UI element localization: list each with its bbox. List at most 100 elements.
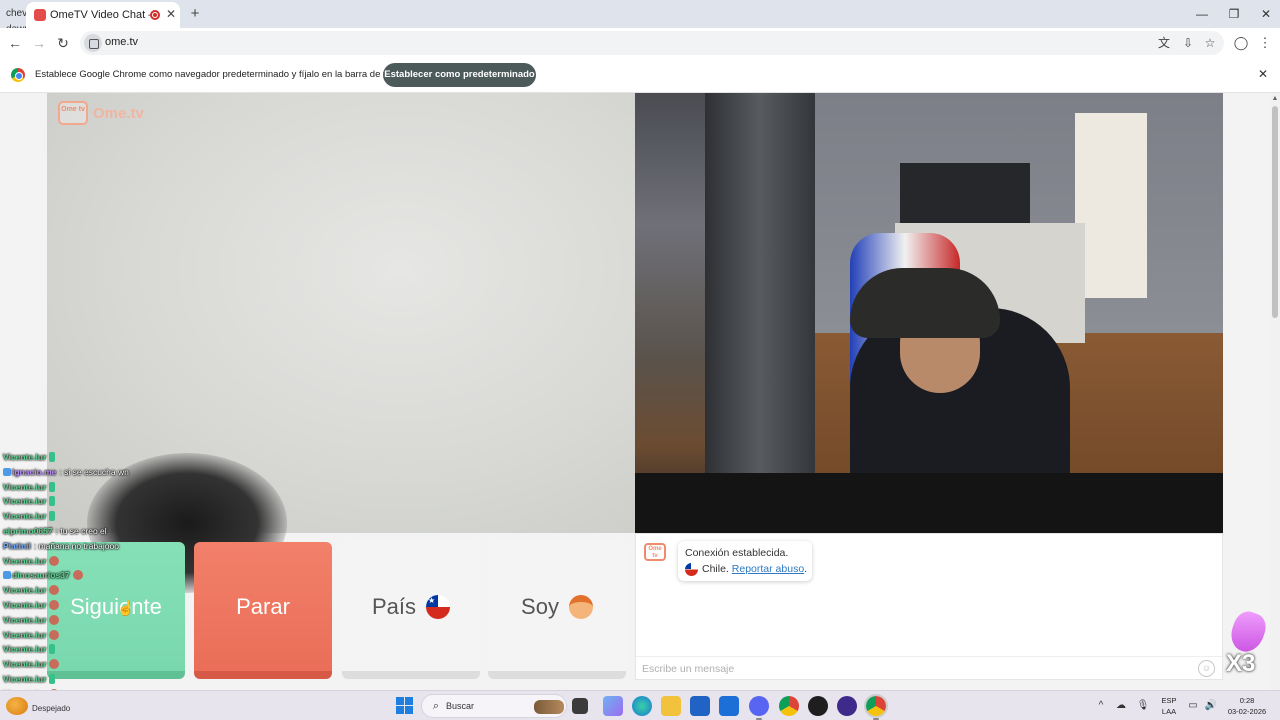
overlay-chat-row: Vicente.lur (3, 452, 56, 466)
tab-title: OmeTV Video Chat — Ome (50, 9, 150, 21)
scrollbar-thumb[interactable] (1272, 106, 1278, 318)
cloud-icon[interactable]: ☁ (1114, 698, 1128, 714)
back-icon[interactable]: ← (6, 34, 24, 52)
overlay-chat-user: Vicente.lur (3, 629, 47, 640)
tab-ometv[interactable]: OmeTV Video Chat — Ome ✕ (26, 2, 180, 28)
microphone-icon[interactable]: 🎙 (1136, 698, 1150, 714)
chrome-app-icon[interactable] (779, 696, 799, 716)
reload-icon[interactable]: ↻ (54, 34, 72, 52)
restore-icon[interactable]: ❐ (1222, 5, 1246, 23)
chrome-logo-icon (11, 68, 25, 82)
chat-emote-icon (49, 481, 56, 492)
profile-icon[interactable]: ◯ (1232, 34, 1250, 52)
overlay-chat-user: Vicente.lur (3, 674, 47, 684)
weather-sun-icon[interactable] (6, 697, 28, 715)
overlay-chat-message: : si se escucha wn (59, 466, 129, 477)
overlay-chat-row: dinosaurios37 (3, 570, 83, 584)
address-bar[interactable]: ome.tv 文 ⇩ ☆ (80, 31, 1224, 55)
site-info-icon[interactable] (84, 34, 102, 52)
remote-video-curtain (705, 93, 815, 533)
local-video (47, 93, 635, 593)
default-browser-infobar: Establece Google Chrome como navegador p… (0, 58, 1280, 93)
obs-icon[interactable] (837, 696, 857, 716)
remote-video-desk (635, 473, 1223, 533)
stop-button[interactable]: Parar (194, 542, 332, 679)
tray-chevron-icon[interactable]: ^ (1094, 698, 1108, 714)
overlay-chat-user: elprimo0657 (3, 526, 53, 536)
mouse-cursor-icon: ☝ (117, 600, 135, 616)
edge-icon[interactable] (632, 696, 652, 716)
report-abuse-link[interactable]: Reportar abuso (732, 563, 804, 575)
chrome-active-icon[interactable] (864, 694, 888, 720)
windows-taskbar: Despejado ⌕ Buscar ^ ☁ 🎙 ESP LAA ▭ 🔊 0:2… (0, 690, 1280, 720)
chat-emote-icon (49, 659, 60, 670)
media-app-icon[interactable] (808, 696, 828, 716)
remote-video-door (1075, 113, 1147, 298)
task-view-icon[interactable] (572, 698, 588, 714)
store-icon[interactable] (690, 696, 710, 716)
set-default-button[interactable]: Establecer como predeterminado (383, 63, 536, 87)
overlay-chat-user: Vicente.lur (3, 614, 47, 625)
install-app-icon[interactable]: ⇩ (1180, 35, 1196, 51)
recording-indicator-icon (150, 10, 160, 20)
emoji-icon[interactable]: ☺ (1198, 660, 1215, 677)
stranger-country: Chile. (702, 563, 729, 575)
chat-badge-icon (3, 467, 11, 476)
next-button[interactable]: Siguiente (47, 542, 185, 679)
overlay-chat-user: Vicente.lur (3, 496, 47, 507)
overlay-chat-row: Vicente.lur (3, 585, 60, 599)
overlay-chat-user: Ignacio.me (12, 466, 57, 477)
outlook-icon[interactable] (719, 696, 739, 716)
message-input[interactable] (642, 661, 1182, 677)
scroll-up-icon[interactable]: ▲ (1271, 95, 1279, 103)
stranger-flag (685, 563, 698, 576)
search-icon: ⌕ (432, 700, 440, 712)
tab-close-icon[interactable]: ✕ (164, 7, 178, 21)
discord-icon[interactable] (749, 696, 769, 720)
chat-emote-icon (49, 614, 60, 625)
system-message: Conexión establecida. Chile. Reportar ab… (678, 541, 812, 581)
input-language[interactable]: ESP LAA (1158, 695, 1180, 717)
windows-start-icon[interactable] (396, 697, 413, 714)
overlay-chat-row: Vicente.lur (3, 511, 56, 525)
minimize-icon[interactable]: — (1190, 5, 1214, 23)
overlay-chat-row: Ignacio.me: si se escucha wn (3, 467, 129, 481)
overlay-chat-user: Vicente.lur (3, 452, 47, 462)
overlay-chat-row: Vicente.lur (3, 614, 60, 629)
clock-date: 03-02-2026 (1227, 707, 1267, 716)
taskbar-search[interactable]: ⌕ Buscar (421, 694, 567, 718)
overlay-chat-row: Vicente.lur (3, 496, 56, 510)
bookmark-star-icon[interactable]: ☆ (1202, 35, 1218, 51)
translate-icon[interactable]: 文 (1156, 35, 1172, 51)
volume-icon[interactable]: 🔊 (1204, 698, 1218, 714)
next-button-label: Siguiente (70, 594, 162, 620)
widgets-icon[interactable] (603, 696, 623, 716)
file-explorer-icon[interactable] (661, 696, 681, 716)
chat-emote-icon (49, 629, 60, 640)
chat-panel: Ome tv Conexión establecida. Chile. Repo… (635, 533, 1223, 680)
battery-icon[interactable]: ▭ (1186, 698, 1200, 714)
menu-icon[interactable]: ⋮ (1256, 34, 1274, 52)
ometv-avatar-icon: Ome tv (644, 543, 666, 561)
weather-label[interactable]: Despejado (32, 704, 70, 713)
tab-search-icon[interactable]: chevron-down (6, 6, 45, 35)
overlay-chat-user: Vicente.lur (3, 659, 47, 670)
chat-emote-icon (49, 585, 60, 596)
country-button[interactable]: País (342, 542, 480, 679)
url-text[interactable]: ome.tv (105, 36, 138, 48)
forward-icon[interactable]: → (30, 34, 48, 52)
search-label: Buscar (446, 701, 475, 711)
browser-toolbar: ← → ↻ ome.tv 文 ⇩ ☆ ◯ ⋮ (0, 28, 1280, 58)
window-close-icon[interactable]: ✕ (1254, 5, 1278, 23)
chat-emote-icon (49, 674, 56, 684)
new-tab-button[interactable]: + (186, 5, 204, 23)
ometv-logo: Ome tv Ome.tv (58, 100, 158, 126)
country-button-label: País (371, 594, 417, 620)
ometv-favicon-icon (34, 9, 46, 21)
system-clock[interactable]: 0:28 03-02-2026 (1224, 695, 1270, 717)
infobar-close-icon[interactable]: ✕ (1256, 67, 1270, 81)
ometv-logo-text: Ome.tv (93, 105, 144, 122)
gender-button[interactable]: Soy (488, 542, 626, 679)
language-layout: LAA (1161, 707, 1177, 716)
chat-emote-icon (49, 496, 56, 507)
